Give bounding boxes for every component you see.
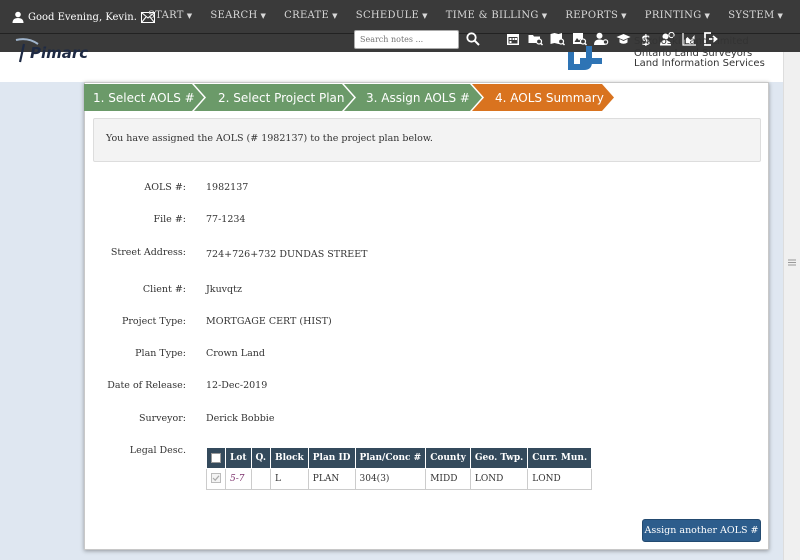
search-icon[interactable] <box>466 32 480 46</box>
field-label-date-of-release: Date of Release: <box>107 380 186 391</box>
checked-checkbox-icon[interactable] <box>211 472 221 483</box>
legal-table-header: Lot Q. Block Plan ID Plan/Conc # County … <box>206 447 593 469</box>
wizard-steps: 1. Select AOLS # 2. Select Project Plan … <box>84 84 769 111</box>
menu-start[interactable]: START ▼ <box>148 10 192 21</box>
field-value-street-address: 724+726+732 DUNDAS STREET <box>206 249 368 260</box>
menu-create[interactable]: CREATE ▼ <box>284 10 338 21</box>
company-name: Sokoloski Land Limited <box>634 36 749 47</box>
field-label-legal-desc: Legal Desc. <box>129 445 186 456</box>
col-header-curr-mun[interactable]: Curr. Mun. <box>527 447 593 469</box>
greeting-text: Good Evening, Kevin. <box>28 11 137 23</box>
field-label-plan-type: Plan Type: <box>135 348 186 359</box>
cell-plan-conc: 304(3) <box>354 468 427 490</box>
confirmation-message: You have assigned the AOLS (# 1982137) t… <box>93 118 761 162</box>
field-label-project-type: Project Type: <box>122 316 186 327</box>
company-tagline-2: Land Information Services <box>634 58 765 69</box>
menu-schedule[interactable]: SCHEDULE ▼ <box>356 10 428 21</box>
page-scrollbar[interactable] <box>783 52 800 560</box>
scrollbar-grip-icon[interactable] <box>787 259 797 266</box>
legal-description-table: Lot Q. Block Plan ID Plan/Conc # County … <box>206 447 593 490</box>
cell-plan-id: PLAN <box>307 468 356 490</box>
cell-lot: 5-7 <box>225 468 252 490</box>
field-value-date-of-release: 12-Dec-2019 <box>206 380 268 391</box>
sokoloski-mark-icon <box>568 46 602 70</box>
top-navbar: Good Evening, Kevin. START ▼ SEARCH ▼ CREA… <box>0 0 800 34</box>
user-icon <box>12 11 24 23</box>
menu-search[interactable]: SEARCH ▼ <box>210 10 266 21</box>
table-row[interactable]: 5-7 L PLAN 304(3) MIDD LOND LOND <box>206 468 593 490</box>
select-all-checkbox[interactable] <box>206 447 226 469</box>
cell-geo-twp: LOND <box>469 468 529 490</box>
col-header-block[interactable]: Block <box>270 447 309 469</box>
greeting: Good Evening, Kevin. <box>12 9 155 25</box>
assign-another-aols-button[interactable]: Assign another AOLS # <box>642 519 761 542</box>
field-value-surveyor: Derick Bobbie <box>206 413 275 424</box>
field-value-project-type: MORTGAGE CERT (HIST) <box>206 316 332 327</box>
field-value-client: Jkuvqtz <box>206 284 242 295</box>
pimarc-logo: Pimarc <box>14 38 88 68</box>
search-notes-input[interactable] <box>354 30 459 49</box>
col-header-plan-conc[interactable]: Plan/Conc # <box>354 447 427 469</box>
menu-reports[interactable]: REPORTS ▼ <box>565 10 626 21</box>
map-search-icon[interactable] <box>550 32 565 46</box>
col-header-q[interactable]: Q. <box>250 447 272 469</box>
folder-search-icon[interactable] <box>528 32 543 46</box>
field-label-client: Client #: <box>142 284 186 295</box>
wizard-step-select-aols[interactable]: 1. Select AOLS # <box>93 84 195 111</box>
wizard-step-select-project-plan[interactable]: 2. Select Project Plan <box>218 84 345 111</box>
field-label-file: File #: <box>153 214 186 225</box>
confirmation-text: You have assigned the AOLS (# 1982137) t… <box>106 133 433 144</box>
field-value-aols: 1982137 <box>206 182 249 193</box>
company-logo: Sokoloski Land Limited Ontario Land Surv… <box>566 36 786 76</box>
cell-q <box>250 468 272 490</box>
cell-block: L <box>270 468 309 490</box>
col-header-geo-twp[interactable]: Geo. Twp. <box>469 447 529 469</box>
menu-system[interactable]: SYSTEM ▼ <box>728 10 783 21</box>
row-checkbox[interactable] <box>206 468 226 490</box>
menu-printing[interactable]: PRINTING ▼ <box>645 10 710 21</box>
main-menu: START ▼ SEARCH ▼ CREATE ▼ SCHEDULE ▼ TIME & … <box>148 10 800 21</box>
wizard-step-aols-summary[interactable]: 4. AOLS Summary <box>495 84 604 111</box>
field-label-surveyor: Surveyor: <box>139 413 186 424</box>
field-value-file: 77-1234 <box>206 214 246 225</box>
cell-curr-mun: LOND <box>527 468 593 490</box>
calendar-icon[interactable] <box>506 32 521 46</box>
col-header-plan-id[interactable]: Plan ID <box>307 447 356 469</box>
col-header-county[interactable]: County <box>425 447 471 469</box>
field-value-plan-type: Crown Land <box>206 348 265 359</box>
field-label-street-address: Street Address: <box>110 247 186 258</box>
cell-county: MIDD <box>425 468 471 490</box>
menu-time-billing[interactable]: TIME & BILLING ▼ <box>446 10 548 21</box>
wizard-step-assign-aols[interactable]: 3. Assign AOLS # <box>366 84 470 111</box>
col-header-lot[interactable]: Lot <box>225 447 252 469</box>
field-label-aols: AOLS #: <box>144 182 186 193</box>
